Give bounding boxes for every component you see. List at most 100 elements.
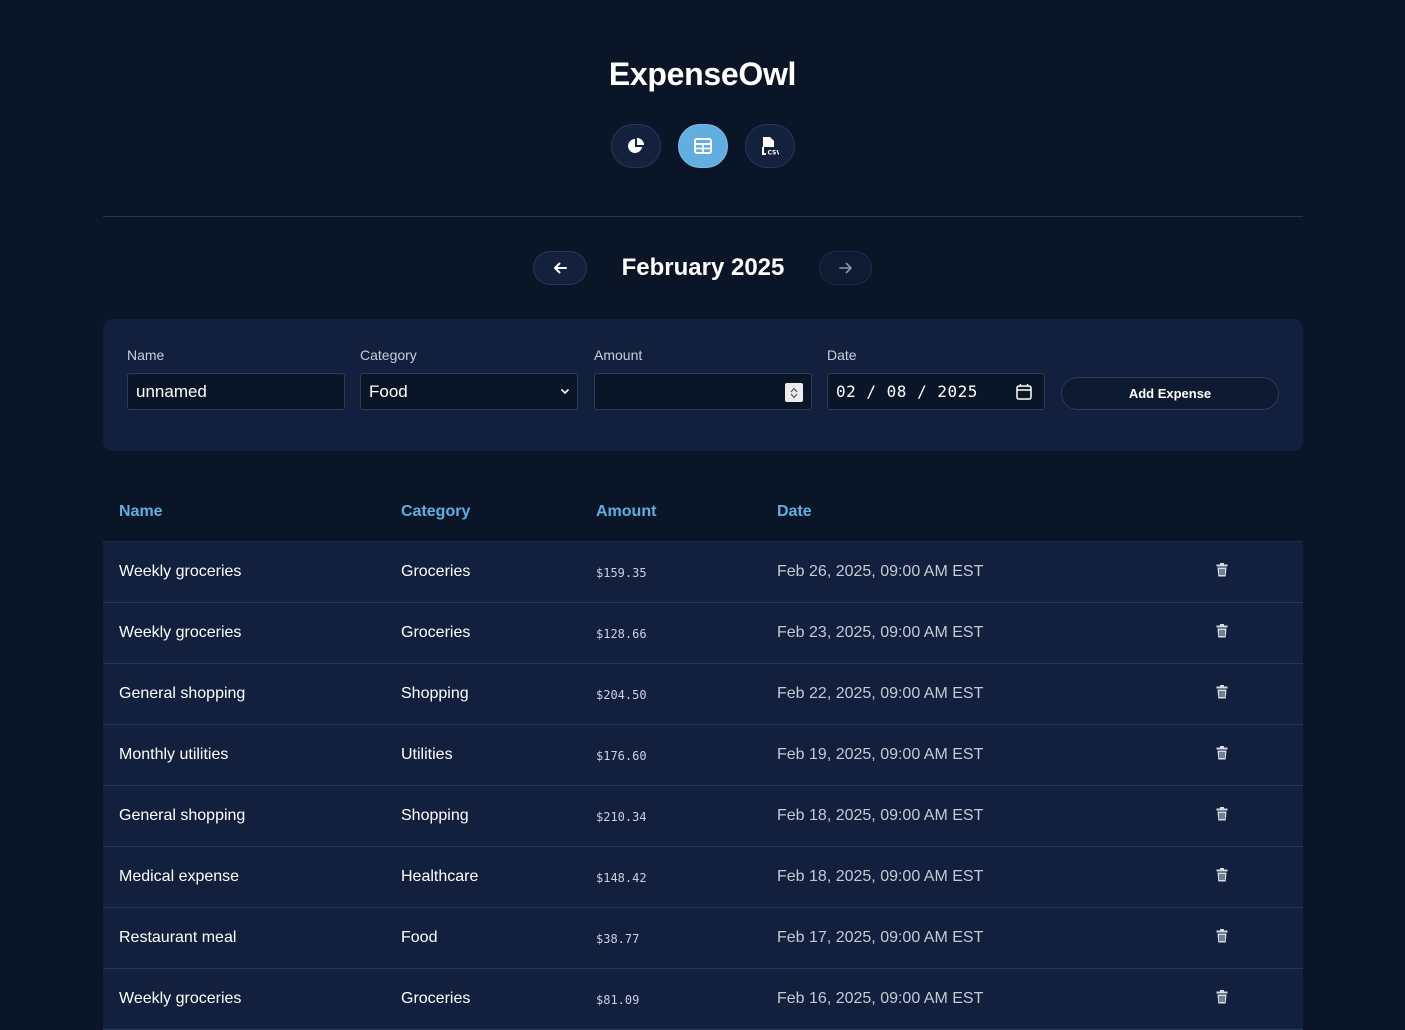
table-row: Restaurant meal Food $38.77 Feb 17, 2025, 0… [103, 908, 1303, 969]
next-month-button[interactable] [819, 251, 872, 285]
svg-text:CSV: CSV [767, 150, 779, 157]
delete-button[interactable] [1215, 684, 1229, 704]
row-amount: $204.50 [596, 688, 647, 702]
table-body: Weekly groceries Groceries $159.35 Feb 26, … [103, 542, 1303, 1030]
row-category: Utilities [401, 746, 453, 763]
row-name: Monthly utilities [119, 746, 229, 763]
table-row: General shopping Shopping $210.34 Feb 18, 2… [103, 786, 1303, 847]
table-row: Weekly groceries Groceries $81.09 Feb 16, 2… [103, 969, 1303, 1030]
add-expense-button[interactable]: Add Expense [1061, 377, 1279, 410]
row-date: Feb 16, 2025, 09:00 AM EST [777, 990, 984, 1007]
category-field-group: Category Food [360, 347, 578, 410]
delete-button[interactable] [1215, 745, 1229, 765]
table-view-button[interactable] [677, 124, 728, 168]
category-select[interactable]: Food [360, 373, 578, 410]
row-amount: $159.35 [596, 566, 647, 580]
table-header: Name Category Amount Date [103, 481, 1303, 542]
category-label: Category [360, 347, 417, 363]
chevron-down-icon [560, 388, 570, 395]
date-input[interactable]: 02 / 08 / 2025 [827, 373, 1045, 410]
delete-button[interactable] [1215, 806, 1229, 826]
trash-icon [1216, 928, 1228, 948]
row-name: Weekly groceries [119, 990, 242, 1007]
table-row: Weekly groceries Groceries $159.35 Feb 26, … [103, 542, 1303, 603]
header-category[interactable]: Category [401, 503, 470, 521]
row-date: Feb 26, 2025, 09:00 AM EST [777, 563, 984, 580]
amount-label: Amount [594, 347, 643, 363]
header-date[interactable]: Date [777, 503, 812, 521]
row-name: Weekly groceries [119, 624, 242, 641]
row-date: Feb 18, 2025, 09:00 AM EST [777, 807, 984, 824]
calendar-icon[interactable] [1016, 383, 1032, 400]
row-amount: $148.42 [596, 871, 647, 885]
row-amount: $210.34 [596, 810, 647, 824]
row-date: Feb 19, 2025, 09:00 AM EST [777, 746, 984, 763]
name-input[interactable]: unnamed [127, 373, 345, 410]
add-expense-form: Name unnamed Category Food Amount Date 0… [103, 319, 1303, 451]
trash-icon [1216, 623, 1228, 643]
row-name: Weekly groceries [119, 563, 242, 580]
row-category: Shopping [401, 807, 469, 824]
row-date: Feb 23, 2025, 09:00 AM EST [777, 624, 984, 641]
table-row: Monthly utilities Utilities $176.60 Feb 19,… [103, 725, 1303, 786]
header-divider [103, 216, 1303, 217]
amount-input[interactable] [594, 373, 812, 410]
name-input-value: unnamed [136, 381, 207, 401]
table-row: Weekly groceries Groceries $128.66 Feb 23, … [103, 603, 1303, 664]
trash-icon [1216, 989, 1228, 1009]
row-amount: $38.77 [596, 932, 640, 946]
view-nav: CSV [0, 124, 1405, 168]
delete-button[interactable] [1215, 562, 1229, 582]
row-category: Groceries [401, 990, 471, 1007]
row-date: Feb 18, 2025, 09:00 AM EST [777, 868, 984, 885]
date-input-value: 02 / 08 / 2025 [836, 382, 978, 401]
arrow-right-icon [838, 262, 852, 274]
delete-button[interactable] [1215, 867, 1229, 887]
expense-table: Name Category Amount Date Weekly groceri… [103, 481, 1303, 1030]
amount-field-group: Amount [594, 347, 812, 410]
row-amount: $81.09 [596, 993, 640, 1007]
row-date: Feb 22, 2025, 09:00 AM EST [777, 685, 984, 702]
row-amount: $176.60 [596, 749, 647, 763]
date-label: Date [827, 347, 857, 363]
stepper-down-icon [790, 393, 798, 398]
table-row: Medical expense Healthcare $148.42 Feb 18, … [103, 847, 1303, 908]
app-title: ExpenseOwl [608, 56, 797, 92]
category-select-value: Food [369, 381, 408, 401]
trash-icon [1216, 867, 1228, 887]
trash-icon [1216, 562, 1228, 582]
row-name: General shopping [119, 807, 246, 824]
export-csv-button[interactable]: CSV [744, 124, 795, 168]
trash-icon [1216, 745, 1228, 765]
delete-button[interactable] [1215, 989, 1229, 1009]
header-amount[interactable]: Amount [596, 503, 656, 521]
row-name: General shopping [119, 685, 246, 702]
row-amount: $128.66 [596, 627, 647, 641]
trash-icon [1216, 684, 1228, 704]
current-month-label: February 2025 [621, 254, 785, 281]
row-category: Groceries [401, 563, 471, 580]
month-navigation: February 2025 [0, 251, 1405, 285]
pie-chart-icon [627, 138, 644, 153]
amount-stepper[interactable] [785, 383, 803, 402]
table-row: General shopping Shopping $204.50 Feb 22, 2… [103, 664, 1303, 725]
header-name[interactable]: Name [119, 503, 163, 521]
row-date: Feb 17, 2025, 09:00 AM EST [777, 929, 984, 946]
delete-button[interactable] [1215, 623, 1229, 643]
row-category: Healthcare [401, 868, 479, 885]
row-category: Shopping [401, 685, 469, 702]
name-field-group: Name unnamed [127, 347, 345, 410]
row-category: Food [401, 929, 438, 946]
row-name: Restaurant meal [119, 929, 237, 946]
delete-button[interactable] [1215, 928, 1229, 948]
date-field-group: Date 02 / 08 / 2025 [827, 347, 1045, 410]
name-label: Name [127, 347, 165, 363]
row-category: Groceries [401, 624, 471, 641]
table-icon [693, 138, 712, 154]
trash-icon [1216, 806, 1228, 826]
dashboard-button[interactable] [610, 124, 661, 168]
previous-month-button[interactable] [533, 251, 587, 285]
arrow-left-icon [554, 262, 567, 274]
csv-file-icon: CSV [761, 137, 779, 157]
row-name: Medical expense [119, 868, 240, 885]
